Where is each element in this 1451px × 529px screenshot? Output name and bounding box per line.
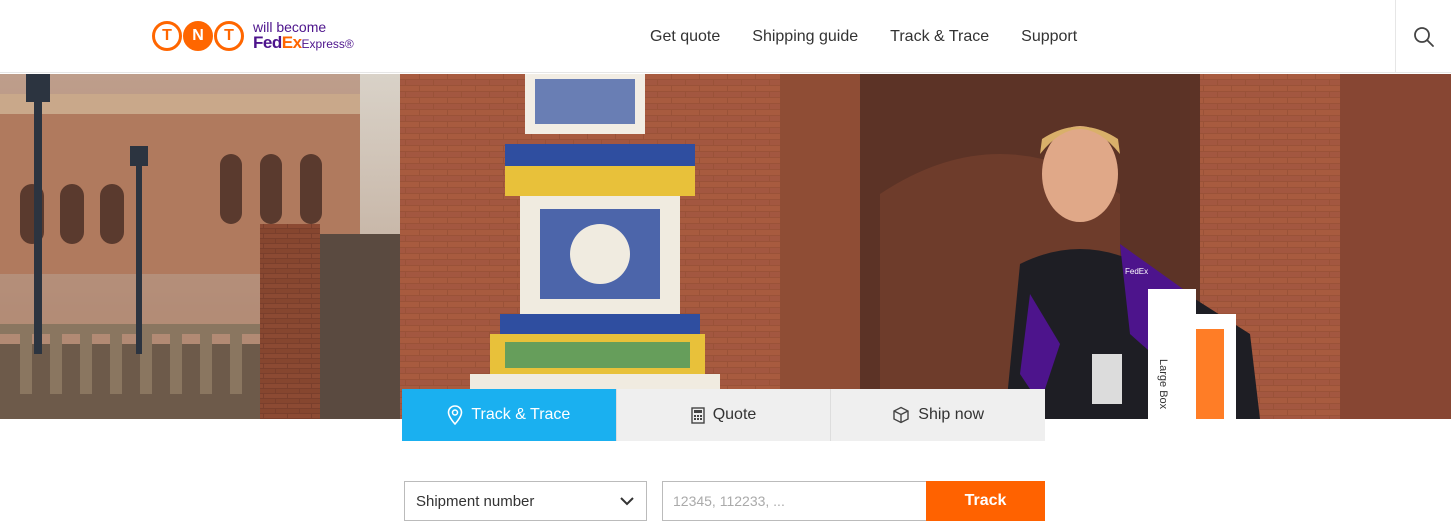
registered-mark: ® xyxy=(344,37,354,51)
box-label: Large Box xyxy=(1157,359,1169,410)
tab-label: Track & Trace xyxy=(471,406,571,423)
tnt-fedex-logo[interactable]: T N T will become FedExExpress® xyxy=(152,16,354,56)
tab-track-trace[interactable]: Track & Trace xyxy=(402,389,616,441)
fedex-ex: Ex xyxy=(281,33,302,52)
tab-quote[interactable]: Quote xyxy=(615,389,831,441)
tnt-letter: N xyxy=(183,21,213,51)
nav-track-trace[interactable]: Track & Trace xyxy=(890,28,989,46)
search-button[interactable] xyxy=(1395,0,1451,73)
tracking-number-input[interactable] xyxy=(662,481,926,521)
calculator-icon xyxy=(691,406,705,424)
fedex-tagline: will become FedExExpress® xyxy=(253,20,354,52)
tnt-logo: T N T xyxy=(152,21,245,51)
action-tabs: Track & Trace Quote Ship now xyxy=(402,389,1046,441)
map-pin-icon xyxy=(448,405,463,425)
fedex-express: Express xyxy=(301,37,345,51)
tab-label: Quote xyxy=(712,406,757,423)
main-nav: Get quote Shipping guide Track & Trace S… xyxy=(650,0,1077,73)
nav-support[interactable]: Support xyxy=(1021,28,1077,46)
tnt-letter: T xyxy=(214,21,244,51)
select-value: Shipment number xyxy=(416,492,535,510)
site-header: T N T will become FedExExpress® Get quot… xyxy=(0,0,1451,73)
track-form: Shipment number Track xyxy=(404,481,1045,521)
search-icon xyxy=(1413,26,1434,47)
fedex-wordmark: FedEx xyxy=(253,33,302,52)
shirt-logo: FedEx xyxy=(1125,267,1148,276)
nav-get-quote[interactable]: Get quote xyxy=(650,28,720,46)
track-button[interactable]: Track xyxy=(926,481,1045,521)
box-icon xyxy=(893,406,909,424)
tab-ship-now[interactable]: Ship now xyxy=(830,389,1046,441)
fedex-fed: Fed xyxy=(253,33,282,52)
tagline-text: will become xyxy=(253,19,327,35)
nav-shipping-guide[interactable]: Shipping guide xyxy=(752,28,858,46)
hero-scene: FedEx Large Box xyxy=(0,74,1451,419)
hero-image: FedEx Large Box xyxy=(0,74,1451,419)
reference-type-select[interactable]: Shipment number xyxy=(404,481,647,521)
tnt-letter: T xyxy=(152,21,182,51)
chevron-down-icon xyxy=(620,496,634,505)
tab-label: Ship now xyxy=(918,406,985,423)
